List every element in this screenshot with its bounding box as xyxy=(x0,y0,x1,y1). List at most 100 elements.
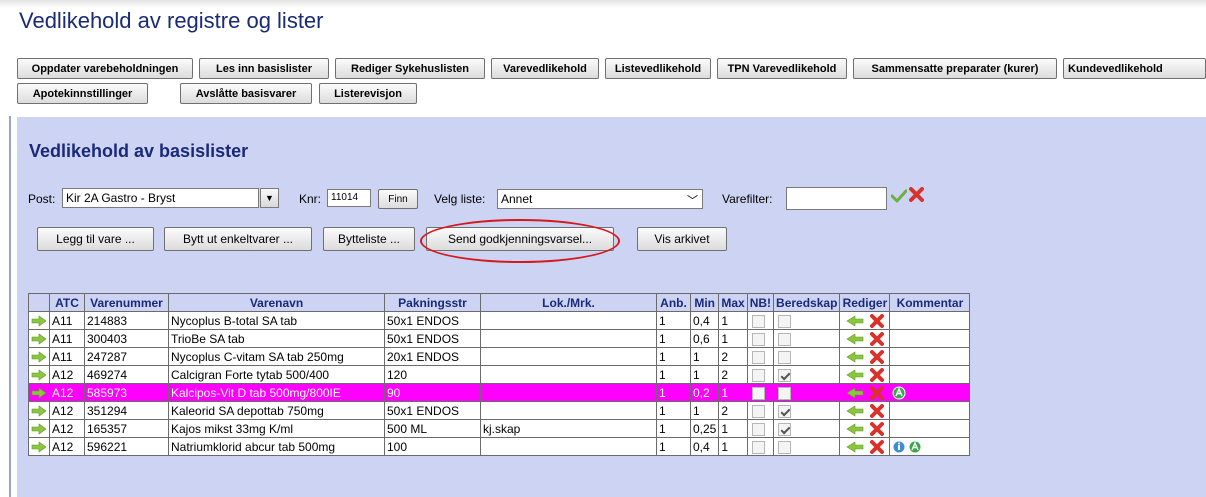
arrow-left-icon[interactable] xyxy=(846,333,864,345)
nav-button-les-inn-basislister[interactable]: Les inn basislister xyxy=(199,58,329,79)
top-shadow xyxy=(0,0,1206,8)
arrow-left-icon[interactable] xyxy=(846,405,864,417)
row-marker-cell[interactable] xyxy=(28,383,50,402)
beredskap-checkbox[interactable] xyxy=(778,440,792,454)
nav-button-listevedlikehold[interactable]: Listevedlikehold xyxy=(605,58,711,79)
beredskap-checkbox[interactable] xyxy=(778,422,792,436)
nav-button-sammensatte-preparater[interactable]: Sammensatte preparater (kurer) xyxy=(853,58,1057,79)
nb-checkbox[interactable] xyxy=(751,440,765,454)
varefilter-input[interactable] xyxy=(786,187,887,210)
table-row[interactable]: A12 165357 Kajos mikst 33mg K/ml 500 ML kj.s… xyxy=(28,419,971,438)
nb-checkbox[interactable] xyxy=(751,404,765,418)
left-divider xyxy=(9,116,11,497)
beredskap-checkbox[interactable] xyxy=(778,386,792,400)
arrow-left-icon[interactable] xyxy=(846,351,864,363)
nav-button-avslatte-basisvarer[interactable]: Avslåtte basisvarer xyxy=(180,83,312,104)
nb-checkbox[interactable] xyxy=(751,350,765,364)
arrow-right-icon[interactable] xyxy=(31,441,47,453)
info-comment-icon[interactable] xyxy=(892,440,906,454)
nb-checkbox[interactable] xyxy=(751,314,765,328)
header-atc[interactable]: ATC xyxy=(49,293,85,312)
row-nb-cell xyxy=(746,419,775,438)
beredskap-checkbox[interactable] xyxy=(778,404,792,418)
beredskap-checkbox[interactable] xyxy=(778,350,792,364)
header-lok[interactable]: Lok./Mrk. xyxy=(480,293,657,312)
arrow-right-icon[interactable] xyxy=(31,351,47,363)
header-varenavn[interactable]: Varenavn xyxy=(168,293,385,312)
row-marker-cell[interactable] xyxy=(28,347,50,366)
arrow-right-icon[interactable] xyxy=(31,315,47,327)
table-row[interactable]: A12 596221 Natriumklorid abcur tab 500mg 10… xyxy=(28,437,971,456)
arrow-right-icon[interactable] xyxy=(31,369,47,381)
row-marker-cell[interactable] xyxy=(28,329,50,348)
row-rediger-cell xyxy=(839,329,891,348)
table-row[interactable]: A11 214883 Nycoplus B-total SA tab 50x1 END… xyxy=(28,311,971,330)
nav-button-varevedlikehold[interactable]: Varevedlikehold xyxy=(491,58,599,79)
arrow-left-icon[interactable] xyxy=(846,369,864,381)
nb-checkbox[interactable] xyxy=(751,386,765,400)
nav-button-tpn-varevedlikehold[interactable]: TPN Varevedlikehold xyxy=(717,58,847,79)
table-row[interactable]: A12 585973 Kalcipos-Vit D tab 500mg/800IE 9… xyxy=(28,383,971,402)
beredskap-checkbox[interactable] xyxy=(778,332,792,346)
row-marker-cell[interactable] xyxy=(28,311,50,330)
header-max[interactable]: Max xyxy=(718,293,748,312)
row-marker-cell[interactable] xyxy=(28,401,50,420)
nb-checkbox[interactable] xyxy=(751,332,765,346)
header-varenummer[interactable]: Varenummer xyxy=(84,293,169,312)
knr-input[interactable]: 11014 xyxy=(327,189,371,207)
post-select[interactable]: Kir 2A Gastro - Bryst xyxy=(62,188,259,208)
arrow-left-icon[interactable] xyxy=(846,315,864,327)
row-marker-cell[interactable] xyxy=(28,437,50,456)
header-anb[interactable]: Anb. xyxy=(656,293,691,312)
nb-checkbox[interactable] xyxy=(751,368,765,382)
finn-button[interactable]: Finn xyxy=(378,189,418,209)
velg-liste-select[interactable]: Annet ﹀ xyxy=(497,189,703,209)
delete-x-icon[interactable] xyxy=(870,331,885,346)
header-beredskap[interactable]: Beredskap xyxy=(773,293,841,312)
table-row[interactable]: A11 247287 Nycoplus C-vitam SA tab 250mg 20… xyxy=(28,347,971,366)
row-marker-cell[interactable] xyxy=(28,419,50,438)
delete-x-icon[interactable] xyxy=(870,385,885,400)
arrow-right-icon[interactable] xyxy=(31,423,47,435)
nav-button-apotekinnstillinger[interactable]: Apotekinnstillinger xyxy=(17,83,148,104)
clear-x-icon[interactable] xyxy=(909,187,924,202)
nav-button-rediger-sykehuslisten[interactable]: Rediger Sykehuslisten xyxy=(335,58,485,79)
beredskap-checkbox[interactable] xyxy=(778,314,792,328)
bytt-ut-enkeltvarer-button[interactable]: Bytt ut enkeltvarer ... xyxy=(164,227,312,251)
table-row[interactable]: A11 300403 TrioBe SA tab 50x1 ENDOS 1 0,6 1 xyxy=(28,329,971,348)
row-marker-cell[interactable] xyxy=(28,365,50,384)
bytteliste-button[interactable]: Bytteliste ... xyxy=(323,227,415,251)
legg-til-vare-button[interactable]: Legg til vare ... xyxy=(37,227,154,251)
row-anb: 1 xyxy=(656,311,691,330)
row-nb-cell xyxy=(746,365,775,384)
arrow-left-icon[interactable] xyxy=(846,441,864,453)
delete-x-icon[interactable] xyxy=(870,403,885,418)
arrow-left-icon[interactable] xyxy=(846,423,864,435)
beredskap-checkbox[interactable] xyxy=(778,368,792,382)
checkmark-icon[interactable] xyxy=(891,189,907,203)
header-pakningsstr[interactable]: Pakningsstr xyxy=(384,293,481,312)
delete-x-icon[interactable] xyxy=(870,349,885,364)
delete-x-icon[interactable] xyxy=(870,367,885,382)
row-varenummer: 247287 xyxy=(84,347,169,366)
chevron-down-icon[interactable]: ▼ xyxy=(260,188,279,208)
nav-button-listerevisjon[interactable]: Listerevisjon xyxy=(319,83,417,104)
delete-x-icon[interactable] xyxy=(870,421,885,436)
nav-button-kundevedlikehold[interactable]: Kundevedlikehold xyxy=(1063,58,1206,79)
table-row[interactable]: A12 351294 Kaleorid SA depottab 750mg 50x1 … xyxy=(28,401,971,420)
nb-checkbox[interactable] xyxy=(751,422,765,436)
delete-x-icon[interactable] xyxy=(870,439,885,454)
table-row[interactable]: A12 469274 Calcigran Forte tytab 500/400 12… xyxy=(28,365,971,384)
row-beredskap-cell xyxy=(773,329,841,348)
arrow-right-icon[interactable] xyxy=(31,333,47,345)
nav-button-oppdater-varebeholdningen[interactable]: Oppdater varebeholdningen xyxy=(17,58,193,79)
header-min[interactable]: Min xyxy=(689,293,720,312)
approve-comment-icon[interactable] xyxy=(892,386,906,400)
header-nb[interactable]: NB! xyxy=(746,293,775,312)
vis-arkivet-button[interactable]: Vis arkivet xyxy=(637,227,727,251)
arrow-left-icon[interactable] xyxy=(846,387,864,399)
arrow-right-icon[interactable] xyxy=(31,387,47,399)
approve-comment-icon[interactable] xyxy=(908,440,922,454)
arrow-right-icon[interactable] xyxy=(31,405,47,417)
delete-x-icon[interactable] xyxy=(870,313,885,328)
